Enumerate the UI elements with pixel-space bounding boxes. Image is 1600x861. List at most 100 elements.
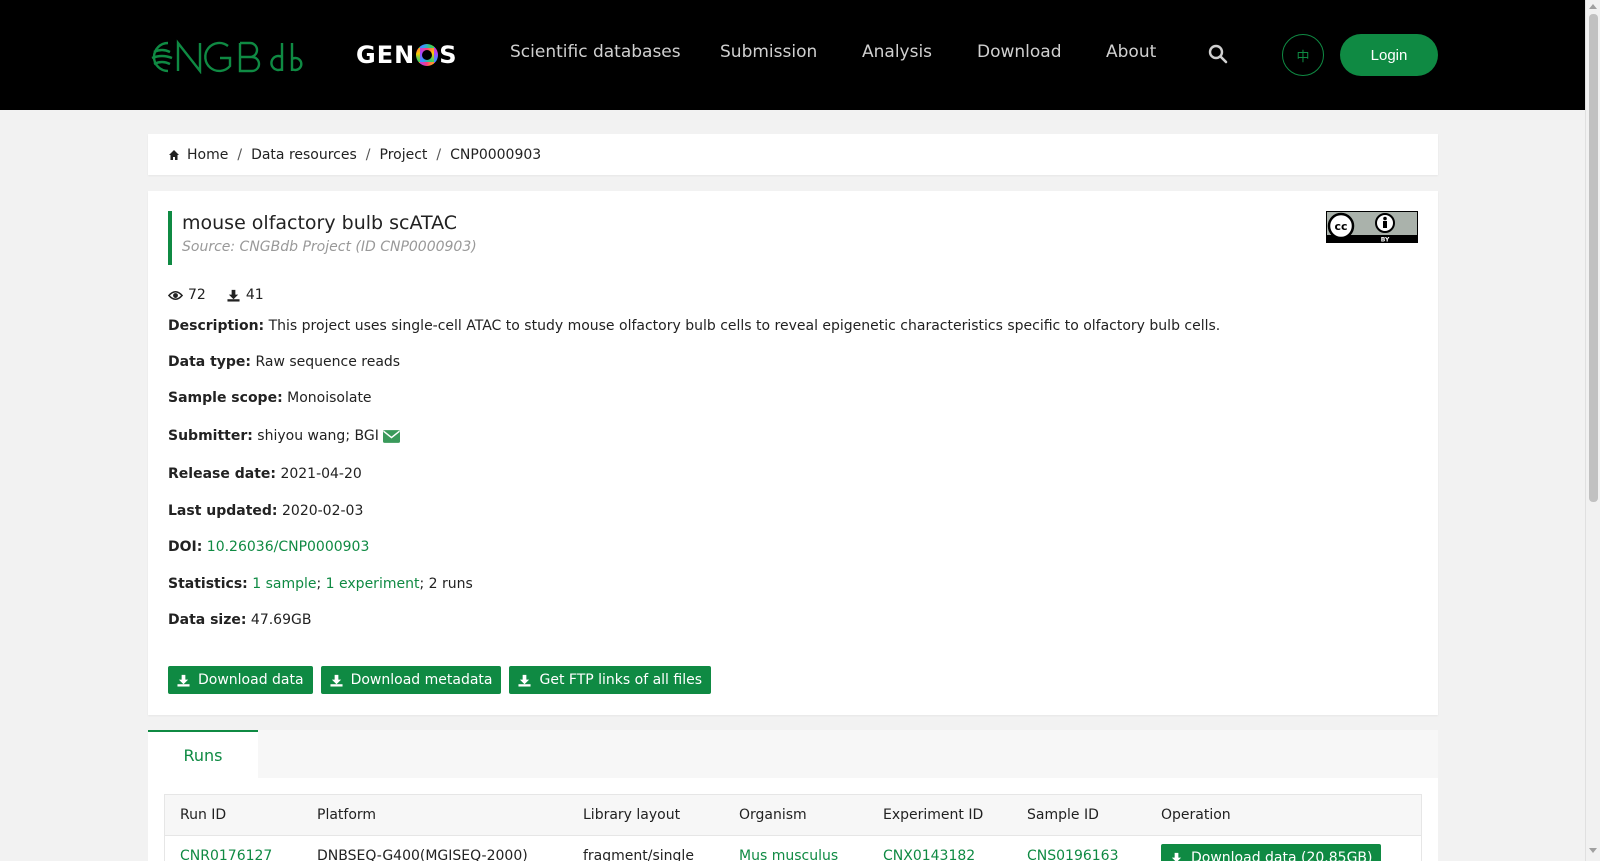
login-button[interactable]: Login	[1340, 34, 1438, 76]
organism-link[interactable]: Mus musculus	[739, 848, 838, 861]
sample-id-link[interactable]: CNS0196163	[1027, 848, 1119, 861]
download-icon	[177, 674, 190, 687]
col-experiment-id: Experiment ID	[883, 807, 984, 823]
field-value: 2021-04-20	[280, 466, 362, 482]
field-label: Release date:	[168, 466, 276, 482]
field-submitter: Submitter: shiyou wang; BGI	[168, 428, 400, 444]
field-doi: DOI: 10.26036/CNP0000903	[168, 539, 369, 555]
nav-download[interactable]: Download	[977, 42, 1062, 62]
button-label: Download data (20.85GB)	[1191, 850, 1373, 861]
breadcrumb-separator: /	[365, 146, 371, 163]
field-statistics: Statistics: 1 sample; 1 experiment; 2 ru…	[168, 576, 473, 592]
language-switch-button[interactable]: 中	[1282, 34, 1324, 76]
project-stats: 72 41	[168, 287, 284, 303]
scroll-up-icon[interactable]	[1589, 4, 1597, 9]
col-run-id: Run ID	[180, 807, 227, 823]
run-download-button[interactable]: Download data (20.85GB)	[1161, 844, 1382, 861]
runs-table: Run ID Platform Library layout Organism …	[164, 794, 1422, 861]
library-layout-cell: fragment/single	[583, 848, 694, 861]
download-icon	[330, 674, 343, 687]
genos-logo-text-end: S	[439, 41, 458, 69]
experiments-link[interactable]: 1 experiment	[326, 576, 420, 592]
home-icon	[169, 149, 179, 160]
field-description: Description: This project uses single-ce…	[168, 318, 1220, 334]
field-release-date: Release date: 2021-04-20	[168, 466, 362, 482]
breadcrumb: Home / Data resources / Project / CNP000…	[148, 134, 1438, 175]
search-icon[interactable]	[1208, 44, 1228, 64]
field-value: 2020-02-03	[282, 503, 364, 519]
field-label: Data type:	[168, 354, 252, 370]
nav-analysis[interactable]: Analysis	[862, 42, 932, 62]
download-count-icon	[227, 289, 240, 302]
action-buttons: Download data Download metadata Get FTP …	[168, 666, 719, 694]
view-count: 72	[188, 287, 206, 303]
col-operation: Operation	[1161, 807, 1231, 823]
project-title: mouse olfactory bulb scATAC	[182, 212, 458, 234]
eye-icon	[168, 290, 183, 300]
cngbdb-logo[interactable]	[148, 38, 308, 74]
breadcrumb-project[interactable]: Project	[380, 147, 428, 163]
breadcrumb-separator: /	[436, 146, 442, 163]
download-data-button[interactable]: Download data	[168, 666, 313, 694]
field-label: DOI:	[168, 539, 203, 555]
field-label: Last updated:	[168, 503, 278, 519]
project-header: mouse olfactory bulb scATAC Source: CNGB…	[168, 211, 477, 265]
nav-about[interactable]: About	[1106, 42, 1156, 62]
breadcrumb-current: CNP0000903	[450, 146, 542, 163]
field-label: Sample scope:	[168, 390, 283, 406]
experiment-id-link[interactable]: CNX0143182	[883, 848, 975, 861]
tab-strip	[148, 730, 1438, 778]
genos-logo[interactable]: GEN S	[356, 40, 457, 70]
platform-cell: DNBSEQ-G400(MGISEQ-2000)	[317, 848, 528, 861]
samples-link[interactable]: 1 sample	[252, 576, 316, 592]
field-sample-scope: Sample scope: Monoisolate	[168, 390, 372, 406]
genos-ring-icon	[416, 44, 439, 66]
field-label: Data size:	[168, 612, 247, 628]
breadcrumb-separator: /	[237, 146, 243, 163]
page-scrollbar[interactable]	[1585, 0, 1600, 861]
button-label: Download metadata	[350, 672, 493, 688]
col-organism: Organism	[739, 807, 807, 823]
field-last-updated: Last updated: 2020-02-03	[168, 503, 363, 519]
nav-scientific-databases[interactable]: Scientific databases	[510, 42, 681, 62]
envelope-icon[interactable]	[382, 429, 400, 443]
field-label: Description:	[168, 318, 265, 334]
nav-submission[interactable]: Submission	[720, 42, 817, 62]
button-label: Get FTP links of all files	[539, 672, 703, 688]
field-label: Submitter:	[168, 428, 253, 444]
breadcrumb-home[interactable]: Home	[187, 147, 228, 163]
genos-logo-text: GEN	[356, 41, 416, 69]
run-id-link[interactable]: CNR0176127	[180, 848, 272, 861]
stat-separator: ;	[316, 576, 326, 592]
table-row: CNR0176127 DNBSEQ-G400(MGISEQ-2000) frag…	[165, 835, 1421, 861]
button-label: Download data	[198, 672, 304, 688]
field-label: Statistics:	[168, 576, 248, 592]
field-value: shiyou wang; BGI	[257, 428, 379, 444]
runs-count: ; 2 runs	[419, 576, 473, 592]
col-sample-id: Sample ID	[1027, 807, 1099, 823]
top-navbar: GEN S Scientific databases Submission Ana…	[0, 0, 1585, 110]
project-detail-card: mouse olfactory bulb scATAC Source: CNGB…	[148, 191, 1438, 715]
field-data-type: Data type: Raw sequence reads	[168, 354, 400, 370]
scroll-thumb[interactable]	[1589, 14, 1598, 502]
tab-runs[interactable]: Runs	[148, 730, 258, 778]
field-value: This project uses single-cell ATAC to st…	[268, 318, 1221, 334]
download-icon	[1171, 852, 1182, 861]
field-value: Monoisolate	[287, 390, 372, 406]
get-ftp-links-button[interactable]: Get FTP links of all files	[509, 666, 712, 694]
field-data-size: Data size: 47.69GB	[168, 612, 311, 628]
field-value: 47.69GB	[250, 612, 312, 628]
breadcrumb-data-resources[interactable]: Data resources	[251, 147, 357, 163]
download-metadata-button[interactable]: Download metadata	[320, 666, 502, 694]
field-value: Raw sequence reads	[255, 354, 401, 370]
runs-section: Runs Run ID Platform Library layout Orga…	[148, 730, 1438, 861]
doi-link[interactable]: 10.26036/CNP0000903	[207, 539, 370, 555]
table-header: Run ID Platform Library layout Organism …	[165, 795, 1421, 835]
cc-by-license-icon[interactable]: cc BY	[1326, 211, 1418, 243]
download-icon	[518, 674, 532, 687]
svg-text:cc: cc	[1334, 220, 1347, 233]
project-source: Source: CNGBdb Project (ID CNP0000903)	[182, 239, 477, 255]
col-library-layout: Library layout	[583, 807, 681, 823]
col-platform: Platform	[317, 807, 377, 823]
scroll-down-icon[interactable]	[1589, 848, 1597, 853]
